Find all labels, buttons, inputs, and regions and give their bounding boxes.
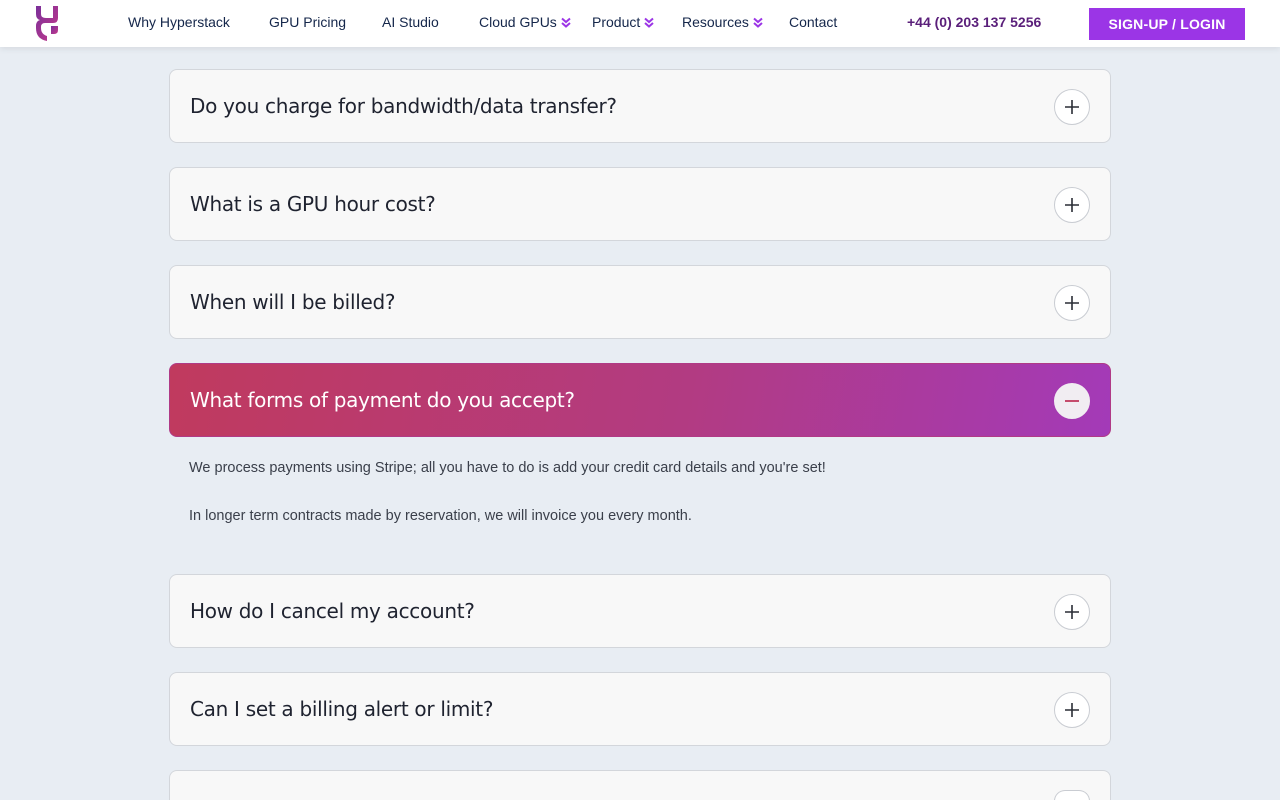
faq-question: What is a GPU hour cost?: [190, 192, 436, 216]
faq-question: Can I set a billing alert or limit?: [190, 697, 494, 721]
expand-toggle[interactable]: [1054, 187, 1090, 223]
nav-resources[interactable]: Resources: [682, 14, 763, 30]
plus-icon: [1065, 605, 1079, 619]
plus-icon: [1065, 100, 1079, 114]
nav-gpu-pricing[interactable]: GPU Pricing: [269, 14, 346, 30]
faq-item[interactable]: Can I set a billing alert or limit?: [169, 672, 1111, 746]
faq-item-expanded[interactable]: What forms of payment do you accept?: [169, 363, 1111, 437]
nav-label: Cloud GPUs: [479, 14, 557, 30]
faq-question: Do you charge for bandwidth/data transfe…: [190, 94, 617, 118]
faq-question: How do I cancel my account?: [190, 599, 475, 623]
collapse-toggle[interactable]: [1054, 383, 1090, 419]
double-chevron-down-icon: [561, 17, 571, 28]
nav-ai-studio[interactable]: AI Studio: [382, 14, 439, 30]
expand-toggle[interactable]: [1054, 89, 1090, 125]
expand-toggle[interactable]: [1054, 594, 1090, 630]
faq-question: When will I be billed?: [190, 290, 396, 314]
plus-icon: [1065, 296, 1079, 310]
hyperstack-logo[interactable]: [34, 4, 60, 42]
nav-label: Product: [592, 14, 641, 30]
faq-item[interactable]: What is a GPU hour cost?: [169, 167, 1111, 241]
nav-why-hyperstack[interactable]: Why Hyperstack: [128, 14, 230, 30]
faq-answer-paragraph: In longer term contracts made by reserva…: [189, 508, 692, 524]
nav-label: Contact: [789, 14, 838, 30]
expand-toggle[interactable]: [1054, 285, 1090, 321]
faq-item[interactable]: How do I cancel my account?: [169, 574, 1111, 648]
minus-icon: [1065, 400, 1079, 402]
nav-product[interactable]: Product: [592, 14, 654, 30]
nav-label: GPU Pricing: [269, 14, 347, 30]
faq-item[interactable]: When will I be billed?: [169, 265, 1111, 339]
expand-toggle[interactable]: [1054, 790, 1090, 800]
plus-icon: [1065, 198, 1079, 212]
faq-item[interactable]: Do you charge for bandwidth/data transfe…: [169, 69, 1111, 143]
nav-label: Why Hyperstack: [128, 14, 230, 30]
nav-cloud-gpus[interactable]: Cloud GPUs: [479, 14, 571, 30]
signup-login-button[interactable]: SIGN-UP / LOGIN: [1089, 8, 1245, 40]
faq-question: What forms of payment do you accept?: [190, 388, 575, 412]
faq-answer-paragraph: We process payments using Stripe; all yo…: [189, 460, 826, 476]
nav-label: Resources: [682, 14, 749, 30]
top-navbar: Why Hyperstack GPU Pricing AI Studio Clo…: [0, 0, 1280, 47]
nav-label: AI Studio: [382, 14, 439, 30]
double-chevron-down-icon: [644, 17, 654, 28]
nav-contact[interactable]: Contact: [789, 14, 837, 30]
phone-number-link[interactable]: +44 (0) 203 137 5256: [907, 14, 1041, 30]
plus-icon: [1065, 703, 1079, 717]
double-chevron-down-icon: [753, 17, 763, 28]
expand-toggle[interactable]: [1054, 692, 1090, 728]
faq-item[interactable]: [169, 770, 1111, 800]
